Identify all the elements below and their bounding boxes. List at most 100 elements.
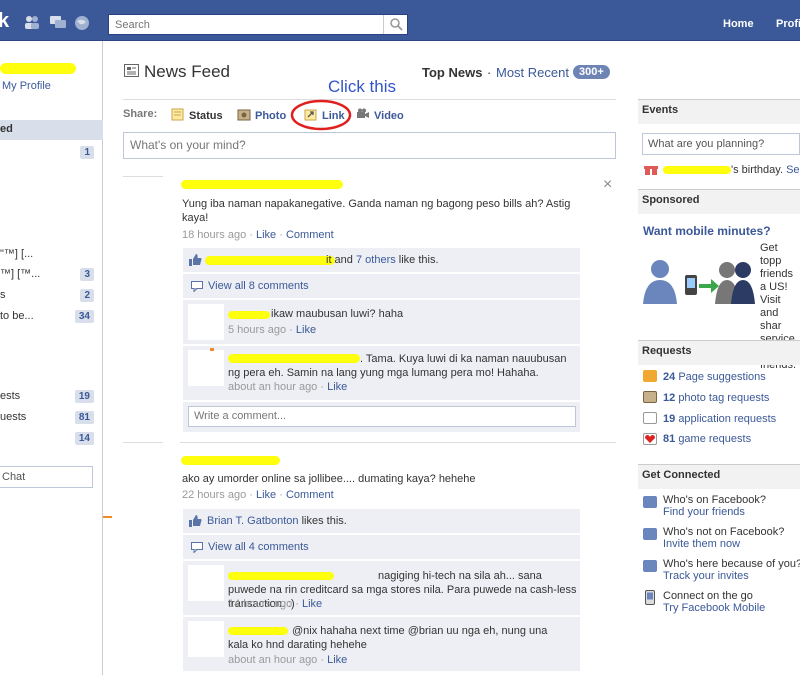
likes-suffix: likes this. [301, 515, 347, 527]
birthday-text: 's birthday. Se [731, 164, 800, 176]
messages-icon[interactable] [50, 15, 66, 29]
request-count: 24 [663, 371, 676, 383]
facebook-mobile-link[interactable]: Try Facebook Mobile [663, 602, 800, 614]
write-comment-input[interactable]: Write a comment... [188, 406, 576, 427]
get-connected-header: Get Connected [638, 464, 800, 489]
redacted-author [181, 456, 280, 465]
share-video-button[interactable]: Video [356, 108, 404, 122]
find-friends-link[interactable]: Find your friends [663, 506, 800, 518]
birthday-see-link[interactable]: Se [786, 164, 799, 176]
share-photo-button[interactable]: Photo [237, 108, 286, 122]
liker-name-link[interactable]: Brian T. Gatbonton [207, 515, 299, 527]
invite-link[interactable]: Invite them now [663, 538, 800, 550]
request-applications[interactable]: 19 application requests [643, 412, 776, 425]
story-text: ako ay umorder online sa jollibee.... du… [182, 473, 476, 485]
status-input[interactable]: What's on your mind? [123, 132, 616, 159]
redacted-commenter [228, 311, 270, 319]
home-link[interactable]: Home [723, 18, 754, 30]
request-games[interactable]: 81 game requests [643, 433, 751, 445]
invite-icon [643, 528, 657, 540]
comment-meta: 14 hours ago · Like [228, 598, 323, 610]
orange-mark [103, 516, 112, 518]
redacted-author [181, 180, 343, 189]
sidebar-item-requests-1[interactable]: ests 19 [0, 387, 103, 407]
likes-others-link[interactable]: 7 others [356, 254, 396, 266]
comment-text: @nix hahaha next time @brian uu nga eh, … [228, 625, 548, 651]
sidebar-item-label: "™] [... [0, 248, 34, 260]
like-link[interactable]: Like [327, 654, 347, 666]
view-all-comments-link[interactable]: View all 4 comments [208, 541, 309, 553]
photo-label: Photo [255, 110, 287, 122]
divider [180, 442, 616, 443]
share-status-button[interactable]: Status [171, 108, 223, 122]
request-count: 19 [663, 413, 676, 425]
chat-label: Chat [2, 471, 26, 483]
count-badge: 3 [80, 268, 94, 281]
search-input[interactable] [109, 15, 379, 34]
game-heart-icon [643, 433, 657, 445]
sidebar-item-label: ed [0, 123, 13, 135]
find-friends-icon [643, 496, 657, 508]
like-link[interactable]: Like [302, 598, 322, 610]
request-page-suggestions[interactable]: 24 Page suggestions [643, 370, 766, 383]
sidebar-item-group-1[interactable]: "™] [... [0, 245, 103, 265]
my-profile-link[interactable]: My Profile [2, 80, 51, 92]
news-feed-icon [124, 64, 139, 80]
count-badge: 34 [74, 310, 94, 323]
facebook-logo[interactable]: k [0, 10, 9, 33]
top-bar: k Home Profi [0, 0, 800, 41]
comment-meta: about an hour ago · Like [228, 654, 348, 666]
most-recent-tab[interactable]: Most Recent [496, 65, 569, 80]
connected-track: Who's here because of you? Track your in… [643, 558, 800, 582]
friend-requests-icon[interactable] [24, 15, 40, 29]
avatar[interactable] [188, 565, 224, 601]
top-news-tab[interactable]: Top News [422, 65, 482, 80]
sidebar-item-requests-3[interactable]: 14 [0, 429, 103, 449]
sidebar-item-group-2[interactable]: ™] [™... 3 [0, 265, 103, 285]
search-box[interactable] [108, 14, 408, 35]
count-badge: 2 [80, 289, 94, 302]
page-title: News Feed [144, 62, 230, 81]
search-button[interactable] [383, 15, 407, 34]
like-link[interactable]: Like [327, 381, 347, 393]
connected-line: Connect on the go [663, 590, 753, 602]
annotation-circle [290, 99, 352, 131]
sidebar-item-label: ™] [™... [0, 268, 41, 280]
status-icon [171, 108, 184, 121]
sidebar-item-requests-2[interactable]: uests 81 [0, 408, 103, 428]
comment-meta: about an hour ago · Like [228, 381, 348, 393]
connected-find-friends: Who's on Facebook? Find your friends [643, 494, 800, 518]
track-invites-link[interactable]: Track your invites [663, 570, 800, 582]
sidebar-item-group-4[interactable]: to be... 34 [0, 307, 103, 327]
avatar[interactable] [188, 350, 224, 386]
sidebar-item-group-3[interactable]: s 2 [0, 286, 103, 306]
likes-tail: it and [326, 254, 353, 266]
ad-title-link[interactable]: Want mobile minutes? [643, 224, 771, 238]
request-photo-tags[interactable]: 12 photo tag requests [643, 391, 769, 404]
like-link[interactable]: Like [256, 229, 276, 241]
view-all-comments-link[interactable]: View all 8 comments [208, 280, 309, 292]
like-link[interactable]: Like [256, 489, 276, 501]
connected-line: Who's not on Facebook? [663, 526, 785, 538]
timestamp: about an hour ago [228, 654, 318, 666]
sidebar-item-messages[interactable]: 1 [0, 143, 103, 163]
comment-link[interactable]: Comment [286, 489, 334, 501]
comment-meta: 5 hours ago · Like [228, 324, 317, 336]
chat-bar[interactable]: Chat [0, 466, 93, 488]
request-label: game requests [678, 433, 752, 445]
count-badge: 19 [74, 390, 94, 403]
comment-link[interactable]: Comment [286, 229, 334, 241]
divider [123, 176, 163, 177]
like-link[interactable]: Like [296, 324, 316, 336]
profile-link[interactable]: Profi [776, 18, 800, 30]
redacted-birthday-name [663, 166, 731, 174]
sidebar-item-label: uests [0, 411, 27, 423]
sidebar-item-news-feed[interactable]: ed [0, 120, 103, 140]
timestamp: 18 hours ago [182, 229, 247, 241]
avatar[interactable] [188, 304, 224, 340]
notifications-globe-icon[interactable] [74, 15, 90, 30]
events-input[interactable]: What are you planning? [642, 133, 800, 155]
connected-invite: Who's not on Facebook? Invite them now [643, 526, 800, 550]
hide-story-close-icon[interactable]: × [603, 176, 612, 194]
avatar[interactable] [188, 621, 224, 657]
